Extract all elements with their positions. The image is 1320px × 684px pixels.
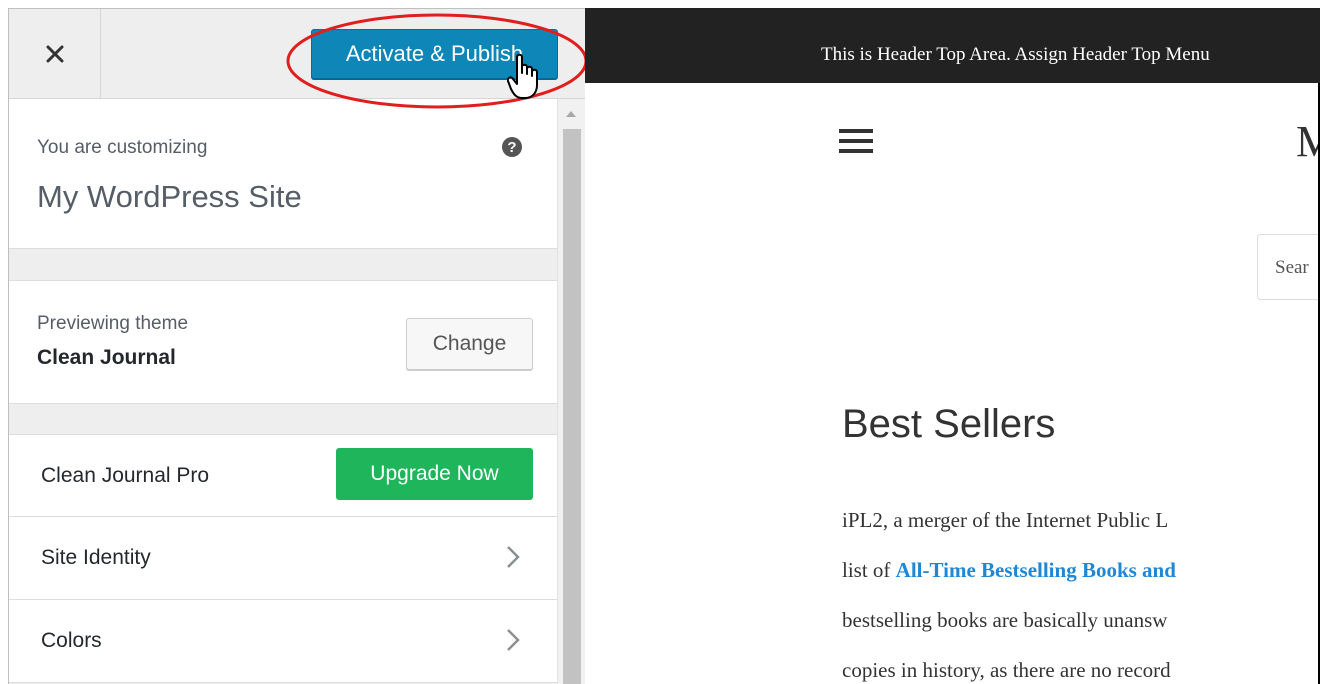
article-title: Best Sellers: [842, 402, 1056, 446]
customizer-header: Activate & Publish: [9, 9, 585, 99]
preview-site-title[interactable]: M: [1296, 116, 1320, 167]
chevron-right-icon: [507, 629, 520, 651]
help-icon[interactable]: ?: [501, 136, 523, 158]
customizing-label: You are customizing: [37, 137, 208, 158]
preview-search-input[interactable]: Sear: [1257, 234, 1320, 300]
customizer-panel-list: You are customizing My WordPress Site ? …: [9, 99, 557, 684]
section-label: Clean Journal Pro: [41, 464, 210, 487]
article-line: list of All-Time Bestselling Books and: [842, 558, 1176, 583]
customize-info: You are customizing My WordPress Site ?: [9, 99, 557, 249]
section-clean-journal-pro: Clean Journal Pro Upgrade Now: [9, 434, 557, 517]
article-text: list of: [842, 558, 896, 582]
theme-name: Clean Journal: [37, 346, 176, 369]
header-top-area: This is Header Top Area. Assign Header T…: [585, 8, 1320, 83]
scroll-up-arrow-icon[interactable]: [566, 111, 576, 117]
scrollbar-thumb[interactable]: [563, 129, 581, 684]
change-theme-button[interactable]: Change: [406, 318, 533, 370]
section-label: Colors: [41, 629, 102, 652]
article-line: copies in history, as there are no recor…: [842, 658, 1171, 682]
section-label: Site Identity: [41, 546, 151, 569]
svg-text:?: ?: [507, 139, 516, 156]
chevron-right-icon: [507, 546, 520, 568]
site-preview: This is Header Top Area. Assign Header T…: [585, 8, 1320, 684]
window-top-margin: [0, 0, 1320, 8]
upgrade-now-button[interactable]: Upgrade Now: [336, 448, 533, 500]
customizer-sidebar: Activate & Publish You are customizing M…: [8, 8, 585, 684]
activate-publish-button[interactable]: Activate & Publish: [311, 29, 558, 79]
sidebar-scrollbar[interactable]: [557, 99, 585, 684]
section-colors[interactable]: Colors: [9, 600, 557, 683]
bestselling-books-link[interactable]: All-Time Bestselling Books and: [896, 558, 1176, 582]
article-line: bestselling books are basically unansw: [842, 608, 1168, 632]
close-customizer-button[interactable]: [9, 9, 101, 99]
article-line: iPL2, a merger of the Internet Public L: [842, 508, 1169, 532]
close-icon: [46, 45, 63, 63]
header-top-text: This is Header Top Area. Assign Header T…: [821, 44, 1210, 65]
site-title: My WordPress Site: [37, 179, 302, 214]
section-site-identity[interactable]: Site Identity: [9, 517, 557, 600]
menu-icon[interactable]: [839, 128, 873, 154]
previewing-theme-label: Previewing theme: [37, 313, 189, 334]
theme-preview-info: Previewing theme Clean Journal Change: [9, 280, 557, 404]
